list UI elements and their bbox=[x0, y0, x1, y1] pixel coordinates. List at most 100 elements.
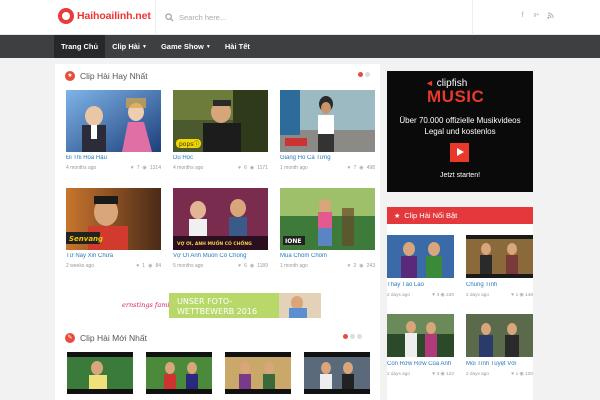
video-title[interactable]: Con Rơw Rơw Của Anh bbox=[387, 361, 454, 367]
video-card[interactable]: VỢ ƠI, ANH MUỐN CÓ CHỒNG Vợ Ơi Anh Muốn … bbox=[173, 188, 268, 269]
nav-item-home[interactable]: Trang Chủ bbox=[54, 35, 106, 58]
slider-dot[interactable] bbox=[358, 72, 363, 77]
main-nav: Trang Chủ Clip Hài ▼ Game Show ▼ Hài Tết bbox=[0, 35, 600, 58]
slider-dot[interactable] bbox=[343, 334, 348, 339]
video-title[interactable]: Đi Thi Hoa Hậu bbox=[66, 155, 161, 161]
video-title[interactable]: Mua Chôm Chôm bbox=[280, 253, 375, 259]
video-time: 2 weeks ago bbox=[66, 263, 95, 269]
section-header: ★ Clip Hài Hay Nhất bbox=[65, 71, 148, 81]
slider-dot[interactable] bbox=[365, 72, 370, 77]
google-plus-icon[interactable]: g+ bbox=[532, 12, 541, 19]
video-time: 4 months ago bbox=[66, 165, 97, 171]
video-time: 5 months ago bbox=[173, 263, 204, 269]
video-thumbnail[interactable] bbox=[66, 90, 161, 152]
video-card[interactable]: Thầy Tào Lao 2 days ago ♥ 3 ◉ 220 bbox=[387, 235, 454, 298]
heart-icon: ♥ bbox=[432, 292, 436, 298]
ad-headline: MUSIC bbox=[427, 87, 485, 106]
video-card[interactable]: Giang Hồ Cà Tưng 1 month ago ♥ 7 ◉ 498 bbox=[280, 90, 375, 171]
ad-cta[interactable]: Jetzt starten! bbox=[387, 172, 533, 179]
heart-icon: ♥ bbox=[432, 371, 436, 377]
social-links: f g+ bbox=[519, 12, 554, 19]
video-title[interactable]: Mối Tình Tuyệt Vời bbox=[466, 361, 533, 367]
video-title[interactable]: Chung Tình bbox=[466, 282, 533, 288]
nav-label: Hài Tết bbox=[224, 42, 250, 51]
site-logo[interactable]: Haihoailinh.net bbox=[58, 8, 151, 24]
video-time: 2 days ago bbox=[466, 292, 489, 297]
clipfish-ad[interactable]: ◄ clipfish MUSIC Über 70.000 offizielle … bbox=[387, 71, 533, 192]
star-icon: ★ bbox=[394, 212, 401, 220]
video-title[interactable]: Từ Nay Xin Chừa bbox=[66, 253, 161, 259]
video-card[interactable]: Con Rơw Rơw Của Anh 2 days ago ♥ 3 ◉ 122 bbox=[387, 314, 454, 377]
section-title: Clip Hài Mới Nhất bbox=[80, 333, 147, 343]
video-card[interactable]: Đi Thi Hoa Hậu 4 months ago ♥ 7 ◉ 1314 bbox=[66, 90, 161, 171]
video-card[interactable]: Senvang Từ Nay Xin Chừa 2 weeks ago ♥ 1 ◉ 8… bbox=[66, 188, 161, 269]
logo-icon bbox=[58, 8, 74, 24]
view-count: 243 bbox=[366, 263, 375, 269]
video-thumbnail[interactable] bbox=[466, 314, 533, 357]
video-thumbnail[interactable] bbox=[67, 352, 133, 394]
slider-dot[interactable] bbox=[350, 334, 355, 339]
banner-line2: WETTBEWERB 2016 bbox=[177, 307, 257, 316]
nav-label: Game Show bbox=[160, 42, 204, 51]
heart-icon: ♥ bbox=[347, 263, 351, 269]
nav-item-game-show[interactable]: Game Show ▼ bbox=[154, 35, 218, 58]
video-thumbnail[interactable] bbox=[466, 235, 533, 278]
rss-icon[interactable] bbox=[547, 12, 554, 19]
sidebar-header: ★ Clip Hài Nổi Bật bbox=[387, 207, 533, 224]
video-thumbnail[interactable] bbox=[387, 235, 454, 278]
nav-label: Clip Hài bbox=[112, 42, 141, 51]
video-card[interactable]: IONE Mua Chôm Chôm 1 month ago ♥ 2 ◉ 243 bbox=[280, 188, 375, 269]
banner-ad[interactable]: ernstings family UNSER FOTO- WETTBEWERB … bbox=[119, 293, 321, 318]
video-meta: 4 months ago ♥ 7 ◉ 1314 bbox=[66, 165, 161, 171]
like-count: 6 bbox=[244, 165, 247, 171]
video-card[interactable]: Chung Tình 2 days ago ♥ 1 ◉ 148 bbox=[466, 235, 533, 298]
video-title[interactable]: Thầy Tào Lao bbox=[387, 282, 454, 288]
video-thumbnail[interactable]: Senvang bbox=[66, 188, 161, 250]
like-count: 3 bbox=[436, 292, 440, 297]
view-count: 1171 bbox=[257, 165, 268, 171]
video-thumbnail[interactable] bbox=[304, 352, 370, 394]
nav-item-clip-hai[interactable]: Clip Hài ▼ bbox=[105, 35, 154, 58]
eye-icon: ◉ bbox=[519, 371, 524, 377]
section-header: ✎ Clip Hài Mới Nhất bbox=[65, 333, 147, 343]
video-time: 4 months ago bbox=[173, 165, 204, 171]
view-count: 220 bbox=[446, 292, 454, 297]
facebook-icon[interactable]: f bbox=[519, 12, 526, 19]
video-thumbnail[interactable] bbox=[387, 314, 454, 357]
video-card[interactable]: popsⓘ Du Học 4 months ago ♥ 6 ◉ 1171 bbox=[173, 90, 268, 171]
eye-icon: ◉ bbox=[148, 263, 153, 269]
view-count: 122 bbox=[446, 371, 454, 376]
video-meta: 5 months ago ♥ 6 ◉ 1189 bbox=[173, 263, 268, 269]
eye-icon: ◉ bbox=[440, 292, 445, 298]
play-icon[interactable] bbox=[450, 143, 469, 162]
like-count: 7 bbox=[136, 165, 140, 171]
eye-icon: ◉ bbox=[249, 263, 255, 269]
video-thumbnail[interactable]: VỢ ƠI, ANH MUỐN CÓ CHỒNG bbox=[173, 188, 268, 250]
eye-icon: ◉ bbox=[359, 263, 364, 269]
search-input[interactable] bbox=[179, 13, 459, 22]
video-meta: 1 month ago ♥ 7 ◉ 498 bbox=[280, 165, 375, 171]
video-time: 2 days ago bbox=[387, 292, 410, 297]
view-count: 1314 bbox=[149, 165, 161, 171]
eye-icon: ◉ bbox=[440, 371, 445, 377]
video-title[interactable]: Vợ Ơi Anh Muốn Có Chồng bbox=[173, 253, 268, 259]
sidebar-title: Clip Hài Nổi Bật bbox=[404, 211, 458, 220]
view-count: 498 bbox=[366, 165, 375, 171]
site-header: Haihoailinh.net f g+ bbox=[0, 0, 600, 35]
pops-logo: popsⓘ bbox=[179, 140, 199, 148]
video-thumbnail[interactable]: IONE bbox=[280, 188, 375, 250]
video-thumbnail[interactable]: popsⓘ bbox=[173, 90, 268, 152]
video-card[interactable]: Mối Tình Tuyệt Vời 2 days ago ♥ 1 ◉ 120 bbox=[466, 314, 533, 377]
nav-item-hai-tet[interactable]: Hài Tết bbox=[218, 35, 257, 58]
video-thumbnail[interactable] bbox=[225, 352, 291, 394]
pencil-icon: ✎ bbox=[65, 333, 75, 343]
banner-brand: ernstings family bbox=[122, 301, 176, 309]
video-title[interactable]: Du Học bbox=[173, 155, 268, 161]
video-meta: 2 days ago ♥ 3 ◉ 220 bbox=[387, 292, 454, 298]
video-title[interactable]: Giang Hồ Cà Tưng bbox=[280, 155, 375, 161]
video-time: 2 days ago bbox=[466, 371, 489, 376]
video-thumbnail[interactable] bbox=[280, 90, 375, 152]
video-thumbnail[interactable] bbox=[146, 352, 212, 394]
slider-dot[interactable] bbox=[357, 334, 362, 339]
heart-icon: ♥ bbox=[136, 263, 140, 269]
